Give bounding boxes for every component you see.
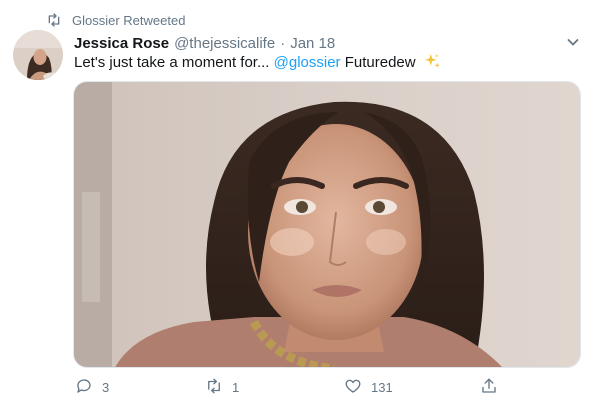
author-handle[interactable]: @thejessicalife: [174, 35, 275, 52]
retweet-icon: [46, 12, 62, 28]
mention-link[interactable]: @glossier: [274, 54, 341, 71]
tweet-text: Let's just take a moment for... @glossie…: [74, 53, 441, 73]
tweet[interactable]: Glossier Retweeted Jessica Rose @thejess…: [0, 0, 597, 407]
timestamp[interactable]: Jan 18: [290, 35, 335, 52]
reply-button[interactable]: 3: [75, 374, 109, 400]
chevron-down-icon[interactable]: [566, 35, 580, 49]
tweet-text-before: Let's just take a moment for...: [74, 54, 274, 71]
reply-count: 3: [102, 379, 110, 395]
like-count: 131: [371, 379, 393, 395]
heart-icon: [344, 377, 362, 398]
header-separator: ·: [280, 34, 286, 52]
retweet-action-icon: [205, 377, 223, 398]
reply-icon: [75, 377, 93, 398]
share-icon: [480, 377, 498, 398]
retweet-banner-text[interactable]: Glossier Retweeted: [72, 13, 185, 28]
tweet-actions: 3 1 131: [0, 374, 597, 400]
avatar[interactable]: [13, 30, 63, 80]
retweet-count: 1: [232, 379, 240, 395]
share-button[interactable]: [480, 374, 498, 400]
tweet-header: Jessica Rose @thejessicalife · Jan 18: [74, 32, 335, 54]
like-button[interactable]: 131: [344, 374, 393, 400]
tweet-photo[interactable]: [73, 81, 581, 368]
retweet-banner: Glossier Retweeted: [46, 11, 185, 29]
author-name[interactable]: Jessica Rose: [74, 35, 169, 52]
sparkles-icon: [424, 53, 441, 70]
tweet-text-after: Futuredew: [340, 54, 416, 71]
retweet-button[interactable]: 1: [205, 374, 239, 400]
